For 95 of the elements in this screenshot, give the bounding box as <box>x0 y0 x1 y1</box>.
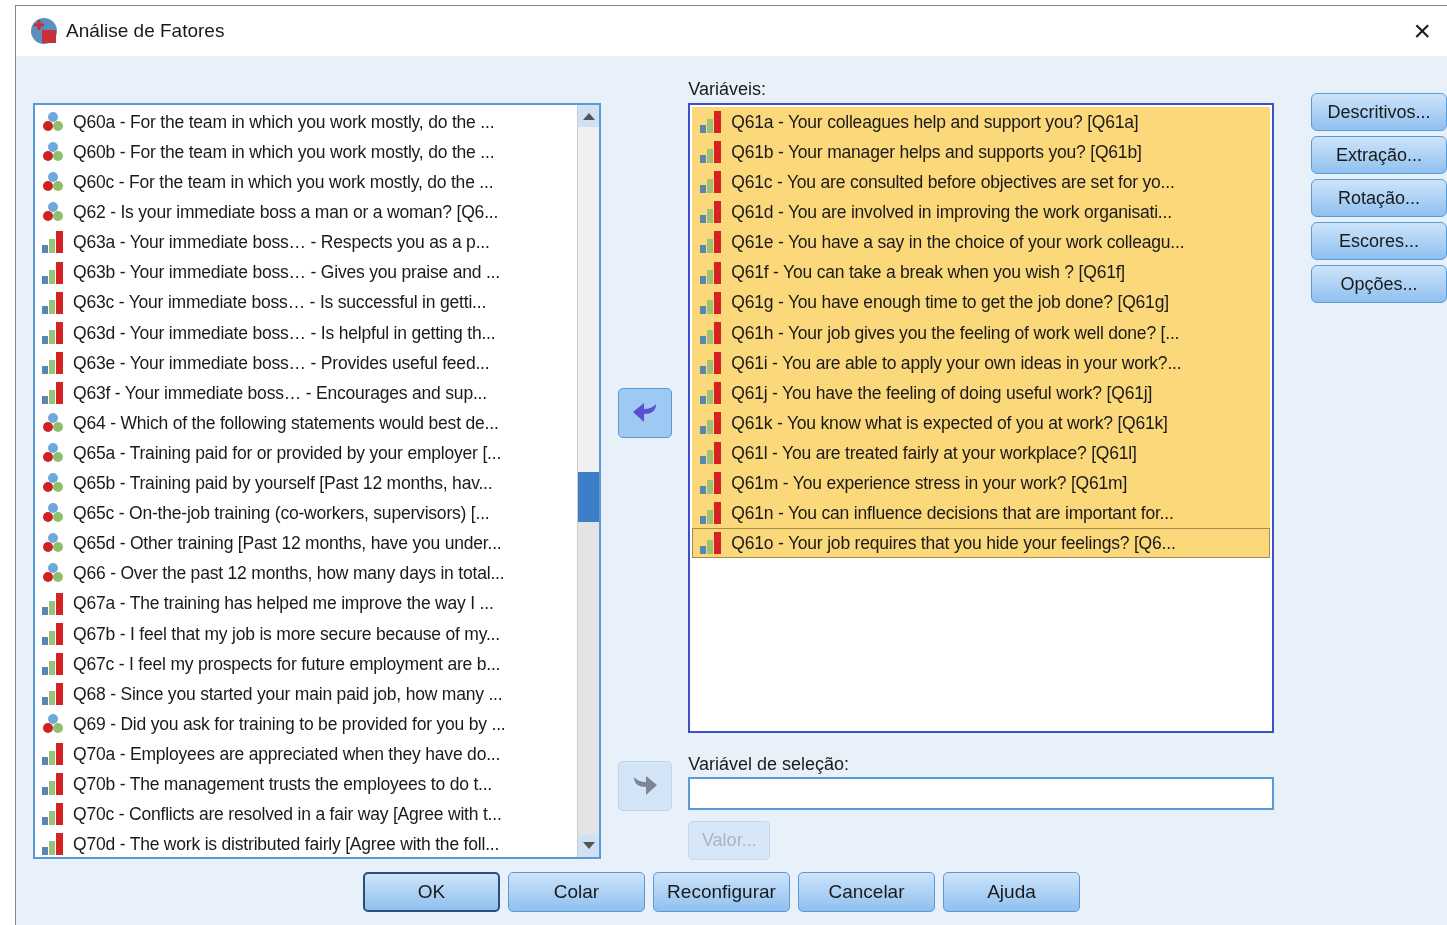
variable-item[interactable]: Q61g - You have enough time to get the job done? [Q61g] <box>692 287 1271 318</box>
variable-item[interactable]: Q61b - Your manager helps and supports you? [Q61b] <box>692 137 1271 168</box>
nominal-variable-icon <box>41 411 65 435</box>
bar-chart-icon <box>41 742 65 766</box>
scroll-down-button[interactable] <box>578 835 600 857</box>
scroll-thumb[interactable] <box>578 472 600 522</box>
variable-item[interactable]: Q61j - You have the feeling of doing useful work? [Q61j] <box>692 377 1271 408</box>
close-button[interactable]: × <box>1413 16 1431 46</box>
bar-chart-icon <box>41 260 65 285</box>
variable-item[interactable]: Q70c - Conflicts are resolved in a fair way [Agree with t... <box>41 799 578 830</box>
nominal-variable-icon <box>41 711 65 736</box>
variable-item[interactable]: Q61d - You are involved in improving the work organisati... <box>692 197 1271 228</box>
bar-chart-icon <box>699 380 724 405</box>
variable-item[interactable]: Q61i - You are able to apply your own ideas in your work?... <box>692 347 1271 378</box>
variable-item[interactable]: Q65a - Training paid for or provided by your employer [... <box>41 438 578 469</box>
variable-item[interactable]: Q61o - Your job requires that you hide your feelings? [Q6... <box>692 528 1271 559</box>
move-left-button[interactable] <box>618 388 673 438</box>
app-icon <box>30 17 58 45</box>
selection-variable-field[interactable] <box>688 777 1275 810</box>
dialog-button[interactable]: Colar <box>508 872 645 912</box>
bar-chart-icon <box>699 441 724 466</box>
bar-chart-icon <box>699 350 724 375</box>
variable-item[interactable]: Q61l - You are treated fairly at your workplace? [Q61l] <box>692 438 1271 469</box>
bar-chart-icon <box>699 531 724 556</box>
variable-item[interactable]: Q70b - The management trusts the employees to do t... <box>41 769 578 800</box>
variable-item[interactable]: Q60b - For the team in which you work mostly, do the ... <box>41 137 578 168</box>
variable-item[interactable]: Q61m - You experience stress in your work? [Q61m] <box>692 468 1271 499</box>
bar-chart-icon <box>699 290 724 315</box>
bar-chart-icon <box>41 350 65 375</box>
variable-item[interactable]: Q70a - Employees are appreciated when they have do... <box>41 738 578 770</box>
variable-item[interactable]: Q61f - You can take a break when you wish ? [Q61f] <box>692 257 1271 288</box>
variable-item[interactable]: Q63a - Your immediate boss… - Respects you as a p... <box>41 227 578 258</box>
bar-chart-icon <box>699 230 724 255</box>
selection-variable-label: Variável de seleção: <box>688 753 851 776</box>
bar-chart-icon <box>699 200 724 225</box>
variable-item[interactable]: Q69 - Did you ask for training to be provided for you by ... <box>41 708 578 739</box>
variable-item[interactable]: Q68 - Since you started your main paid job, how many ... <box>41 678 578 709</box>
variable-item[interactable]: Q70d - The work is distributed fairly [Agree with the foll... <box>41 829 578 860</box>
bar-chart-icon <box>699 501 724 526</box>
bar-chart-icon <box>699 110 724 135</box>
variable-item[interactable]: Q60a - For the team in which you work mostly, do the ... <box>41 107 578 138</box>
dialog-button[interactable]: Rotação... <box>1311 179 1447 217</box>
dialog-button[interactable]: Reconfigurar <box>653 872 790 912</box>
scroll-up-button[interactable] <box>578 105 600 127</box>
variable-item[interactable]: Q61h - Your job gives you the feeling of work well done? [... <box>692 317 1271 348</box>
back-arrow-icon <box>632 402 659 424</box>
window-title: Análise de Fatores <box>66 18 225 43</box>
variable-item[interactable]: Q65b - Training paid by yourself [Past 12 months, hav... <box>41 468 578 499</box>
bar-chart-icon <box>699 170 724 195</box>
variable-item[interactable]: Q64 - Which of the following statements would best de... <box>41 407 578 439</box>
variable-item[interactable]: Q65d - Other training [Past 12 months, have you under... <box>41 528 578 559</box>
bar-chart-icon <box>41 230 65 255</box>
bar-chart-icon <box>41 832 65 857</box>
variable-item[interactable]: Q61e - You have a say in the choice of your work colleagu... <box>692 227 1271 258</box>
variable-item[interactable]: Q63c - Your immediate boss… - Is successful in getti... <box>41 287 578 318</box>
variable-item[interactable]: Q61c - You are consulted before objectives are set for yo... <box>692 167 1271 198</box>
bar-chart-icon <box>41 320 65 345</box>
dialog-button[interactable]: Cancelar <box>798 872 935 912</box>
dialog-button[interactable]: OK <box>363 872 500 912</box>
variable-item[interactable]: Q63e - Your immediate boss… - Provides useful feed... <box>41 347 578 378</box>
dialog-button[interactable]: Descritivos... <box>1311 93 1447 131</box>
dialog-button[interactable]: Extração... <box>1311 136 1447 174</box>
bar-chart-icon <box>699 260 724 285</box>
bar-chart-icon <box>41 772 65 797</box>
variable-item[interactable]: Q60c - For the team in which you work mostly, do the ... <box>41 167 578 198</box>
variable-item[interactable]: Q63f - Your immediate boss… - Encourages and sup... <box>41 377 578 408</box>
variable-item[interactable]: Q62 - Is your immediate boss a man or a woman? [Q6... <box>41 197 578 228</box>
bar-chart-icon <box>41 290 65 315</box>
variable-item[interactable]: Q67c - I feel my prospects for future employment are b... <box>41 648 578 679</box>
variables-label: Variáveis: <box>688 78 767 101</box>
variable-item[interactable]: Q67a - The training has helped me improve the way I ... <box>41 588 578 619</box>
variable-item[interactable]: Q67b - I feel that my job is more secure because of my... <box>41 618 578 649</box>
scroll-up-icon <box>582 112 595 120</box>
bar-chart-icon <box>41 380 65 405</box>
dialog-button[interactable]: Opções... <box>1311 265 1447 303</box>
bar-chart-icon <box>41 802 65 827</box>
bar-chart-icon <box>41 621 65 646</box>
variable-item[interactable]: Q65c - On-the-job training (co-workers, supervisors) [... <box>41 498 578 529</box>
variable-item[interactable]: Q66 - Over the past 12 months, how many days in total... <box>41 558 578 589</box>
variable-item[interactable]: Q63d - Your immediate boss… - Is helpful in getting th... <box>41 317 578 348</box>
variable-item[interactable]: Q63b - Your immediate boss… - Gives you praise and ... <box>41 257 578 288</box>
variable-item[interactable]: Q61k - You know what is expected of you at work? [Q61k] <box>692 407 1271 439</box>
bar-chart-icon <box>41 591 65 616</box>
variable-item[interactable]: Q61a - Your colleagues help and support you? [Q61a] <box>692 107 1271 138</box>
dialog-button[interactable]: Ajuda <box>943 872 1080 912</box>
dialog-button[interactable]: Escores... <box>1311 222 1447 260</box>
bar-chart-icon <box>699 320 724 345</box>
bar-chart-icon <box>699 140 724 165</box>
variable-item[interactable]: Q61n - You can influence decisions that are important for... <box>692 498 1271 529</box>
bar-chart-icon <box>699 471 724 496</box>
bar-chart-icon <box>41 681 65 706</box>
bar-chart-icon <box>41 651 65 676</box>
forward-arrow-icon <box>632 775 659 797</box>
bar-chart-icon <box>699 411 724 435</box>
scroll-down-icon <box>582 842 595 850</box>
